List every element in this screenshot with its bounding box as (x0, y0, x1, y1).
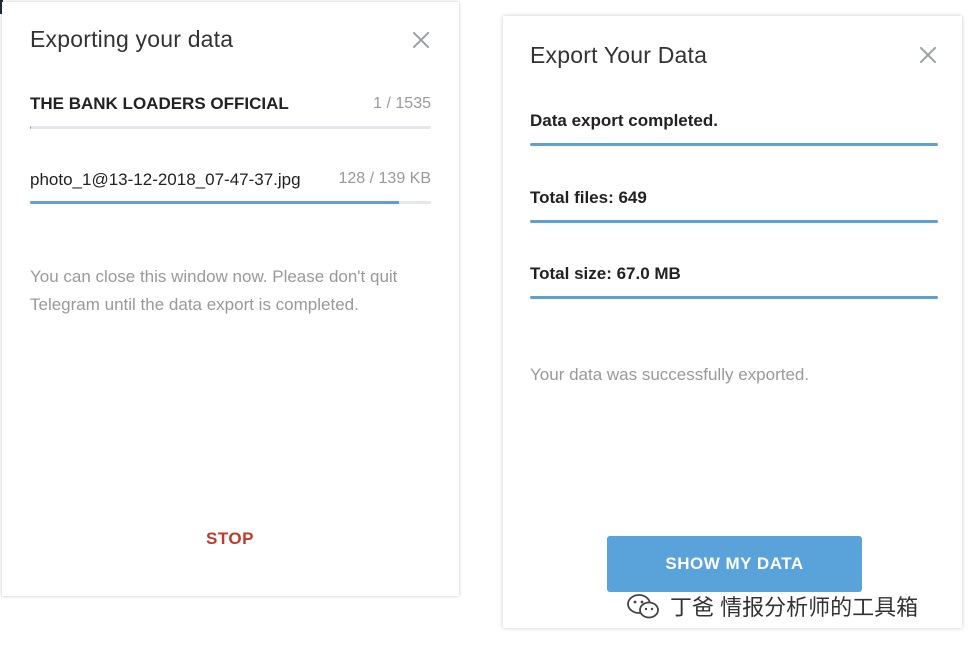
watermark-text: 丁爸 情报分析师的工具箱 (670, 595, 919, 620)
exporting-dialog: Exporting your data THE BANK LOADERS OFF… (2, 2, 459, 596)
files-divider (530, 220, 938, 223)
close-icon[interactable] (918, 45, 938, 65)
export-status: Data export completed. (530, 111, 718, 130)
close-window-note: You can close this window now. Please do… (30, 267, 398, 314)
wechat-icon (627, 594, 659, 619)
current-file-label: photo_1@13-12-2018_07-47-37.jpg (30, 170, 301, 189)
dialog-title: Export Your Data (530, 42, 708, 68)
watermark: 丁爸 情报分析师的工具箱 (626, 590, 918, 622)
dialog-title: Exporting your data (30, 26, 234, 52)
total-size: Total size: 67.0 MB (530, 264, 681, 283)
size-divider (530, 296, 938, 299)
success-message: Your data was successfully exported. (530, 365, 810, 384)
show-my-data-button[interactable]: SHOW MY DATA (607, 536, 862, 592)
current-chat-label: THE BANK LOADERS OFFICIAL (30, 94, 289, 113)
total-files: Total files: 649 (530, 188, 647, 207)
file-progress-bar (30, 201, 431, 204)
close-icon[interactable] (411, 30, 431, 50)
file-progress-size: 128 / 139 KB (338, 170, 431, 187)
status-divider (530, 143, 938, 146)
chat-progress-bar (30, 126, 431, 129)
stop-button[interactable]: STOP (206, 529, 254, 549)
export-complete-dialog: Export Your Data Data export completed. … (503, 16, 962, 628)
file-progress-fill (30, 201, 399, 204)
chat-progress-count: 1 / 1535 (373, 95, 431, 112)
